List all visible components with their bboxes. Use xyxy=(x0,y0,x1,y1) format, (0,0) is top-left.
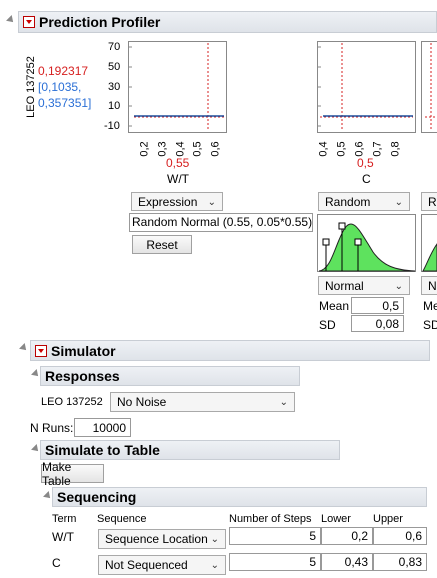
disclosure-icon[interactable] xyxy=(19,343,29,353)
y-tick: 30 xyxy=(108,81,121,93)
nruns-input[interactable]: 10000 xyxy=(74,418,131,437)
sequence-select-wt[interactable]: Sequence Location ⌄ xyxy=(98,529,226,549)
upper-input-c[interactable]: 0,83 xyxy=(373,553,427,571)
factor-name-wt: W/T xyxy=(167,172,189,186)
red-triangle-menu-icon[interactable] xyxy=(23,16,35,28)
simulator-title: Simulator xyxy=(51,342,116,359)
ci-lower-text: [0,1035, xyxy=(38,80,82,94)
x-tick: 0,2 xyxy=(138,141,151,157)
response-name: LEO 137252 xyxy=(41,396,103,408)
chevron-down-icon: ⌄ xyxy=(394,280,403,292)
col-upper: Upper xyxy=(373,513,403,525)
chevron-down-icon: ⌄ xyxy=(394,196,403,208)
sequencing-header: Sequencing xyxy=(52,487,427,507)
x-tick: 0,4 xyxy=(174,141,187,157)
steps-input-c[interactable]: 5 xyxy=(229,553,321,571)
profile-plot-partial[interactable] xyxy=(421,41,437,135)
x-tick: 0,6 xyxy=(353,141,366,157)
distribution-select-wt[interactable]: Expression ⌄ xyxy=(131,192,223,211)
response-name-label: LEO 137252 xyxy=(25,56,37,118)
make-table-button[interactable]: Make Table xyxy=(41,460,104,488)
responses-header: Responses xyxy=(40,366,300,386)
profile-plot-c[interactable] xyxy=(317,41,417,135)
mean-label-partial: Me xyxy=(423,299,437,313)
sim-table-title: Simulate to Table xyxy=(45,442,160,458)
factor-current-value[interactable]: 0,5 xyxy=(357,156,374,170)
col-sequence: Sequence xyxy=(97,513,147,525)
sequencing-title: Sequencing xyxy=(57,489,137,505)
col-steps: Number of Steps xyxy=(229,513,312,525)
y-tick: 50 xyxy=(108,61,121,73)
x-tick: 0,6 xyxy=(209,141,222,157)
disclosure-icon[interactable] xyxy=(6,15,16,25)
profiler-header: Prediction Profiler xyxy=(18,11,437,33)
density-handle xyxy=(338,222,346,230)
simulator-header: Simulator xyxy=(30,340,430,361)
density-plot-c[interactable] xyxy=(317,214,417,273)
sequence-select-c[interactable]: Not Sequenced ⌄ xyxy=(98,555,226,575)
sd-label-partial: SD xyxy=(423,318,437,332)
reset-button[interactable]: Reset xyxy=(132,235,192,254)
x-tick: 0,3 xyxy=(156,141,169,157)
col-lower: Lower xyxy=(321,513,351,525)
profiler-title: Prediction Profiler xyxy=(39,14,161,30)
x-tick: 0,8 xyxy=(389,141,402,157)
x-tick: 0,5 xyxy=(335,141,348,157)
chevron-down-icon: ⌄ xyxy=(210,560,219,571)
x-tick: 0,5 xyxy=(191,141,204,157)
mean-input[interactable]: 0,5 xyxy=(351,297,404,314)
y-tick: -10 xyxy=(104,120,120,132)
chevron-down-icon: ⌄ xyxy=(207,196,216,208)
sim-table-header: Simulate to Table xyxy=(40,440,340,460)
col-term: Term xyxy=(52,513,77,525)
density-plot-partial[interactable] xyxy=(421,214,437,273)
chevron-down-icon: ⌄ xyxy=(279,397,288,408)
distribution-type-select-partial[interactable]: N xyxy=(421,276,437,295)
predicted-value: 0,192317 xyxy=(38,64,89,78)
chevron-down-icon: ⌄ xyxy=(210,534,219,545)
nruns-label: N Runs: xyxy=(30,421,74,435)
red-triangle-menu-icon[interactable] xyxy=(35,344,47,357)
factor-current-value[interactable]: 0,55 xyxy=(166,156,189,170)
density-handle xyxy=(354,238,362,246)
factor-name-c: C xyxy=(362,172,371,186)
mean-label: Mean xyxy=(319,299,350,313)
row-term: C xyxy=(52,556,61,570)
ci-upper-text: 0,357351] xyxy=(38,96,92,110)
profile-plot-wt[interactable] xyxy=(128,41,228,135)
sd-input[interactable]: 0,08 xyxy=(351,315,404,332)
row-term: W/T xyxy=(52,530,74,544)
density-handle xyxy=(322,238,330,246)
lower-input-c[interactable]: 0,43 xyxy=(321,553,373,571)
noise-select[interactable]: No Noise ⌄ xyxy=(110,392,295,412)
distribution-select-c[interactable]: Random ⌄ xyxy=(318,192,410,211)
distribution-type-select-c[interactable]: Normal ⌄ xyxy=(318,276,410,295)
x-tick: 0,4 xyxy=(317,141,330,157)
sd-label: SD xyxy=(319,318,336,332)
y-tick: 70 xyxy=(108,41,121,53)
y-tick: 10 xyxy=(108,100,121,112)
steps-input-wt[interactable]: 5 xyxy=(229,527,321,545)
responses-title: Responses xyxy=(45,368,120,384)
distribution-select-partial[interactable]: Ra xyxy=(421,192,437,211)
expression-field[interactable]: Random Normal (0.55, 0.05*0.55); xyxy=(129,213,313,232)
lower-input-wt[interactable]: 0,2 xyxy=(321,527,373,545)
x-tick: 0,7 xyxy=(371,141,384,157)
upper-input-wt[interactable]: 0,6 xyxy=(373,527,427,545)
